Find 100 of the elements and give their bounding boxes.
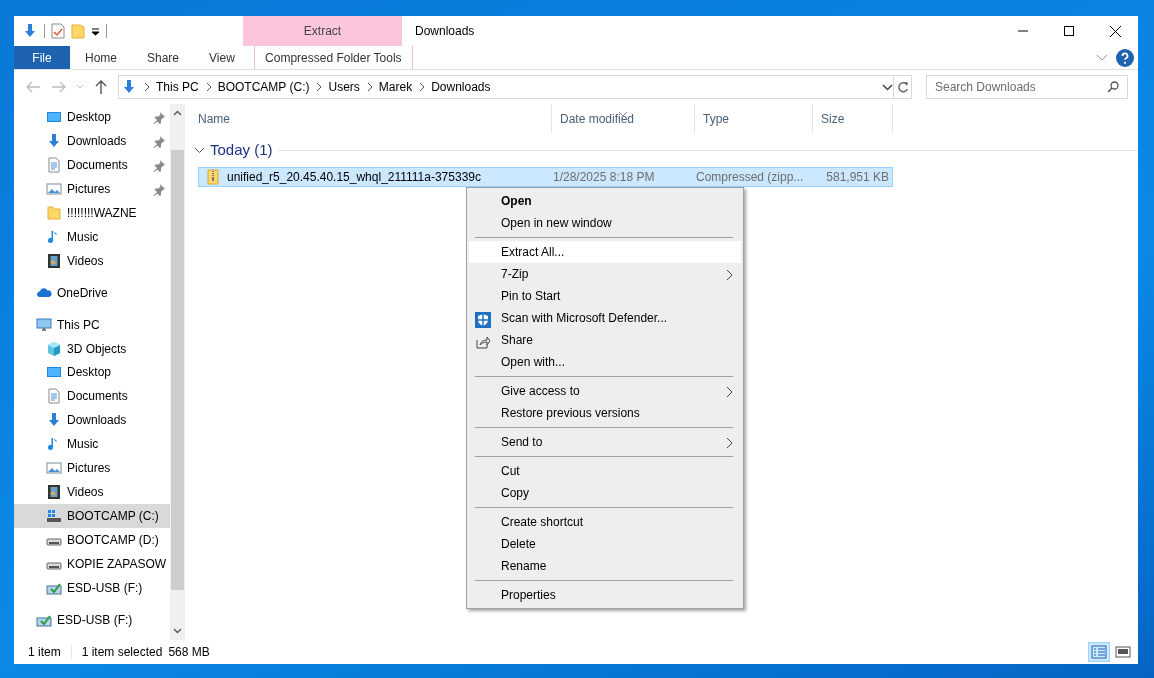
- group-header[interactable]: Today (1): [210, 138, 273, 162]
- breadcrumb[interactable]: This PC: [156, 78, 199, 96]
- menu-item[interactable]: Cut: [469, 460, 741, 482]
- help-icon[interactable]: [1116, 48, 1134, 67]
- file-name: unified_r5_20.45.40.15_whql_211111a-375339c: [227, 169, 481, 186]
- ribbon-tab[interactable]: Compressed Folder Tools: [253, 46, 413, 69]
- chevron-up-icon: [173, 110, 182, 116]
- shield-icon: [475, 311, 491, 328]
- address-bar[interactable]: This PC BOOTCAMP (C:) Users Marek Downloads: [118, 75, 894, 99]
- nav-item[interactable]: Downloads: [14, 128, 170, 153]
- chevron-down-icon[interactable]: [194, 147, 205, 155]
- nav-item[interactable]: Pictures: [14, 176, 170, 201]
- menu-item[interactable]: Pin to Start: [469, 285, 741, 307]
- column-header[interactable]: Type: [695, 104, 813, 133]
- column-header[interactable]: Name: [190, 104, 552, 133]
- film-strip-icon: [46, 252, 62, 269]
- ribbon-tab[interactable]: File: [14, 46, 70, 69]
- menu-item[interactable]: Create shortcut: [469, 511, 741, 533]
- computer-icon: [36, 316, 52, 333]
- menu-item[interactable]: Send to: [469, 431, 741, 453]
- refresh-icon: [896, 81, 909, 93]
- chevron-down-icon[interactable]: [882, 83, 893, 92]
- chevron-right-icon: [143, 82, 150, 92]
- nav-item[interactable]: Music: [14, 432, 170, 457]
- folder-icon: [46, 204, 62, 221]
- scrollbar-thumb[interactable]: [171, 150, 184, 590]
- cube-icon: [46, 340, 62, 357]
- nav-item[interactable]: Pictures: [14, 456, 170, 481]
- forward-arrow-icon: [52, 81, 66, 93]
- breadcrumb[interactable]: Users: [328, 78, 360, 96]
- menu-item[interactable]: Open in new window: [469, 212, 741, 234]
- file-type: Compressed (zipp...: [696, 169, 805, 186]
- file-size: 581,951 KB: [825, 169, 889, 186]
- large-icons-view-icon: [1115, 645, 1131, 659]
- column-header[interactable]: Date modified: [552, 104, 695, 133]
- nav-item[interactable]: Desktop: [14, 360, 170, 385]
- checklist-icon[interactable]: [51, 23, 65, 39]
- menu-item[interactable]: Restore previous versions: [469, 402, 741, 424]
- menu-item[interactable]: Scan with Microsoft Defender...: [469, 307, 741, 329]
- ribbon-tab[interactable]: View: [194, 46, 250, 69]
- window-title: Downloads: [414, 23, 475, 40]
- menu-item[interactable]: 7-Zip: [469, 263, 741, 285]
- nav-item[interactable]: Documents: [14, 384, 170, 409]
- nav-item[interactable]: Videos: [14, 248, 170, 273]
- nav-item[interactable]: Music: [14, 224, 170, 249]
- nav-item[interactable]: Videos: [14, 480, 170, 505]
- menu-item[interactable]: Share: [469, 329, 741, 351]
- close-icon: [1109, 25, 1121, 37]
- menu-item[interactable]: Open: [469, 190, 741, 212]
- menu-item[interactable]: Give access to: [469, 380, 741, 402]
- picture-icon: [46, 180, 62, 197]
- film-strip-icon: [46, 484, 62, 501]
- nav-item[interactable]: KOPIE ZAPASOW: [14, 552, 170, 577]
- chevron-right-icon: [418, 82, 426, 92]
- document-icon: [46, 156, 62, 173]
- refresh-button[interactable]: [894, 75, 912, 99]
- chevron-down-icon: [173, 628, 182, 634]
- ribbon-tab[interactable]: Share: [132, 46, 195, 69]
- nav-item[interactable]: This PC: [14, 312, 170, 337]
- back-arrow-icon: [26, 81, 40, 93]
- menu-item[interactable]: Copy: [469, 482, 741, 504]
- search-field[interactable]: Search Downloads: [926, 75, 1128, 99]
- nav-item[interactable]: Desktop: [14, 105, 170, 129]
- item-count: 1 item: [28, 644, 61, 661]
- menu-item[interactable]: Rename: [469, 555, 741, 577]
- caret-down-icon[interactable]: [91, 26, 100, 36]
- selection-size: 568 MB: [168, 644, 210, 661]
- nav-item[interactable]: BOOTCAMP (C:): [14, 504, 170, 529]
- chevron-right-icon: [365, 82, 373, 92]
- menu-item[interactable]: Delete: [469, 533, 741, 555]
- up-arrow-icon: [95, 80, 107, 94]
- zip-folder-icon: [205, 169, 221, 185]
- selection-count: 1 item selected: [81, 644, 163, 661]
- column-header[interactable]: Size: [813, 104, 893, 133]
- picture-icon: [46, 460, 62, 477]
- chevron-down-icon: [76, 84, 84, 90]
- nav-item[interactable]: ESD-USB (F:): [14, 576, 170, 601]
- breadcrumb[interactable]: Downloads: [431, 78, 491, 96]
- details-view-icon: [1091, 645, 1107, 659]
- breadcrumb[interactable]: Marek: [378, 78, 413, 96]
- nav-item[interactable]: !!!!!!!!WAZNE: [14, 200, 170, 225]
- contextual-tab-group: Extract: [243, 16, 402, 46]
- windows-drive-icon: [46, 508, 62, 525]
- search-icon: [1107, 81, 1119, 93]
- menu-item[interactable]: Properties: [469, 584, 741, 606]
- nav-item[interactable]: Downloads: [14, 408, 170, 433]
- document-icon: [46, 388, 62, 405]
- breadcrumb[interactable]: BOOTCAMP (C:): [217, 78, 310, 96]
- date-modified: 1/28/2025 8:18 PM: [553, 169, 656, 186]
- nav-item[interactable]: 3D Objects: [14, 336, 170, 361]
- nav-item[interactable]: ESD-USB (F:): [14, 608, 170, 632]
- nav-item[interactable]: OneDrive: [14, 280, 170, 305]
- maximize-icon: [1064, 26, 1074, 36]
- ribbon-tab[interactable]: Home: [70, 46, 132, 69]
- down-arrow-icon[interactable]: [22, 23, 38, 39]
- nav-item[interactable]: Documents: [14, 152, 170, 177]
- nav-item[interactable]: BOOTCAMP (D:): [14, 528, 170, 553]
- file-row[interactable]: unified_r5_20.45.40.15_whql_211111a-375339c 1/28/2025 8:18 PM Compressed (zipp... 581,951 KB: [198, 167, 893, 187]
- menu-item[interactable]: Extract All...: [469, 241, 741, 263]
- menu-item[interactable]: Open with...: [469, 351, 741, 373]
